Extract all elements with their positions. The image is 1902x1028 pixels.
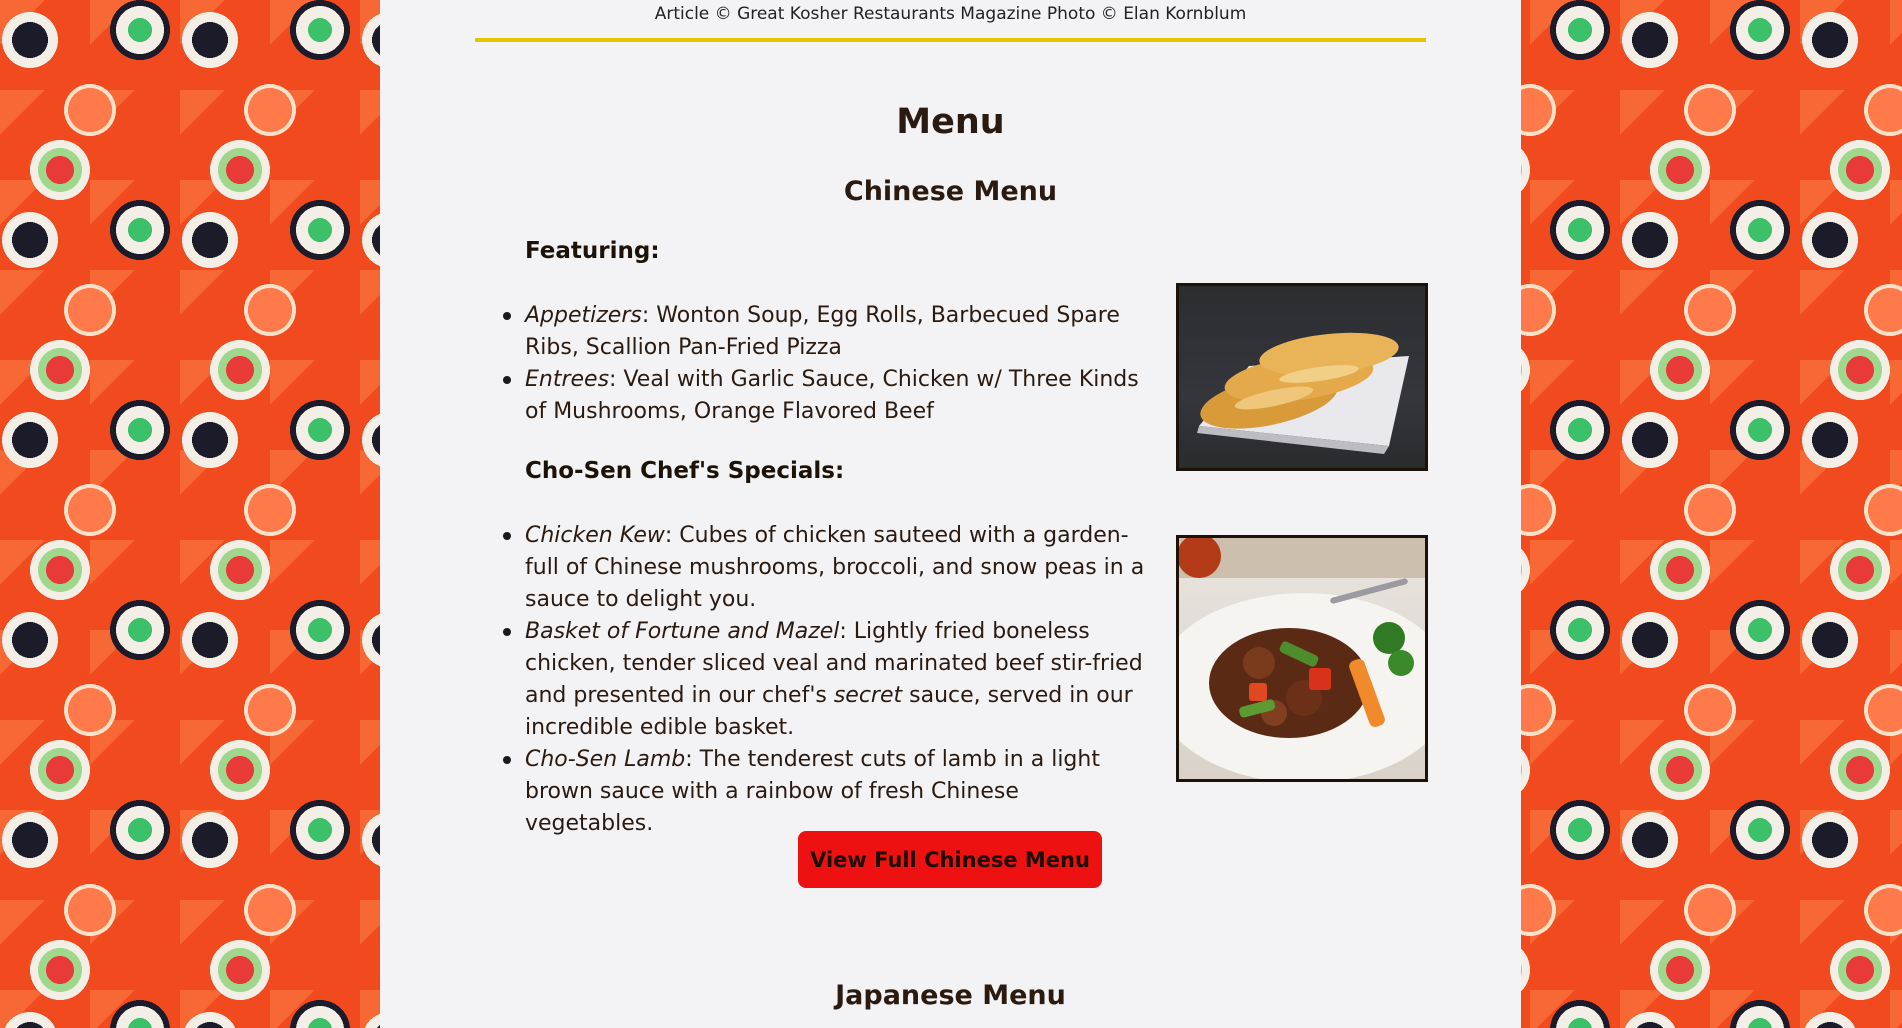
view-full-chinese-menu-button[interactable]: View Full Chinese Menu [798, 831, 1102, 888]
egg-rolls-photo [1176, 283, 1428, 471]
list-item: Cho-Sen Lamb: The tenderest cuts of lamb… [503, 744, 1145, 840]
page-background: Article © Great Kosher Restaurants Magaz… [0, 0, 1902, 1028]
egg-rolls-image [1197, 332, 1409, 454]
specials-heading: Cho-Sen Chef's Specials: [525, 458, 845, 484]
dish-name: Cho-Sen Lamb [525, 747, 686, 772]
chinese-menu-heading: Chinese Menu [843, 176, 1058, 207]
dish-name: Entrees [525, 367, 610, 392]
dish-name: Basket of Fortune and Mazel [525, 619, 840, 644]
photo-credit: Article © Great Kosher Restaurants Magaz… [654, 4, 1247, 24]
list-item: Basket of Fortune and Mazel: Lightly fri… [503, 616, 1145, 744]
dish-name: Chicken Kew [525, 523, 665, 548]
list-item: Entrees: Veal with Garlic Sauce, Chicken… [503, 364, 1145, 428]
dish-description: : Veal with Garlic Sauce, Chicken w/ Thr… [525, 367, 1139, 424]
featuring-list: Appetizers: Wonton Soup, Egg Rolls, Barb… [503, 300, 1145, 428]
list-item: Chicken Kew: Cubes of chicken sauteed wi… [503, 520, 1145, 616]
orange-beef-image [1179, 538, 1425, 779]
content-column: Article © Great Kosher Restaurants Magaz… [380, 0, 1521, 1028]
specials-list: Chicken Kew: Cubes of chicken sauteed wi… [503, 520, 1145, 840]
japanese-menu-heading: Japanese Menu [835, 980, 1066, 1011]
featuring-heading: Featuring: [525, 238, 660, 264]
orange-beef-photo [1176, 535, 1428, 782]
dish-emphasis: secret [833, 683, 903, 708]
page-title: Menu [896, 102, 1005, 142]
list-item: Appetizers: Wonton Soup, Egg Rolls, Barb… [503, 300, 1145, 364]
divider-rule [475, 38, 1426, 42]
dish-name: Appetizers [525, 303, 642, 328]
